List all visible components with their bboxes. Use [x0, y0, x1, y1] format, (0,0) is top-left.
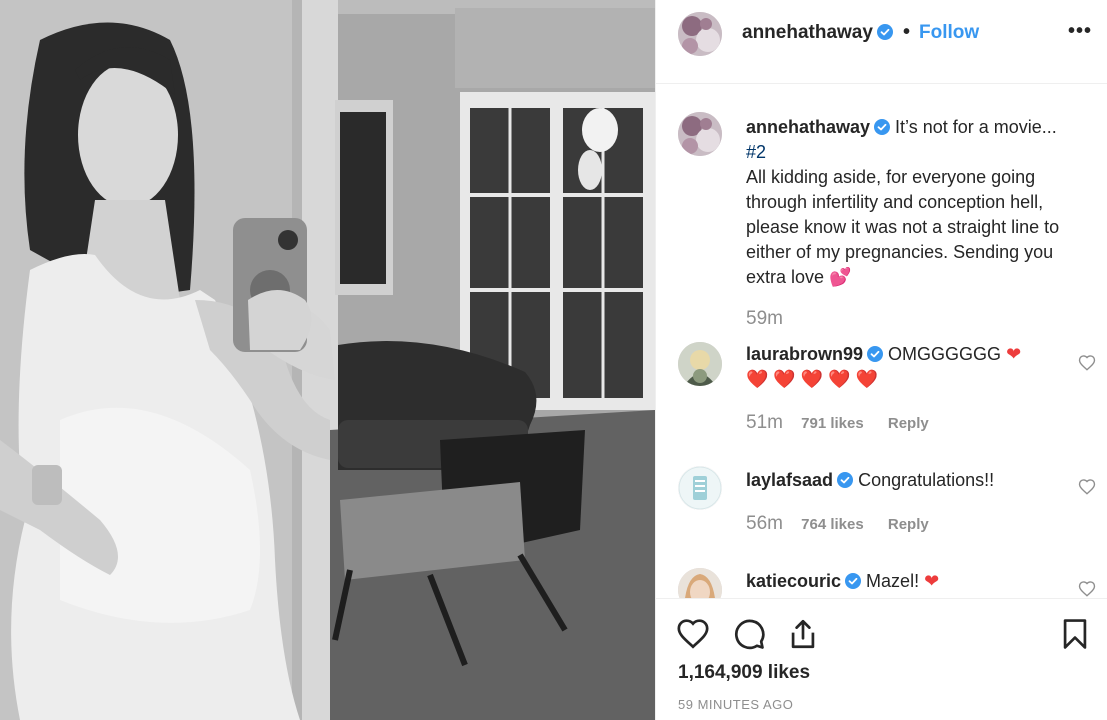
follow-button[interactable]: Follow — [919, 22, 979, 44]
verified-badge-icon — [837, 472, 854, 488]
caption-avatar[interactable] — [678, 112, 722, 156]
share-icon[interactable] — [786, 617, 820, 651]
comment-meta: 56m 764 likes Reply — [746, 513, 929, 535]
red-heart-emoji: ❤ — [1006, 344, 1022, 364]
heart-outline-icon[interactable] — [676, 617, 710, 651]
post-photo[interactable] — [0, 0, 655, 720]
comment-like-icon[interactable] — [1078, 354, 1096, 372]
comment-like-icon[interactable] — [1078, 478, 1096, 496]
post-header: annehathaway • Follow ••• — [656, 0, 1107, 84]
caption-username[interactable]: annehathaway — [746, 117, 870, 137]
commenter-avatar[interactable] — [678, 342, 722, 386]
comment-username[interactable]: laurabrown99 — [746, 344, 863, 364]
likes-count[interactable]: 1,164,909 likes — [678, 662, 810, 684]
commenter-avatar[interactable] — [678, 466, 722, 510]
red-hearts-emoji: ❤️ ❤️ ❤️ ❤️ ❤️ — [746, 369, 879, 389]
author-avatar[interactable] — [678, 12, 722, 56]
caption-body: annehathaway It’s not for a movie... #2 … — [746, 115, 1092, 290]
comment-text: Congratulations!! — [853, 470, 995, 490]
header-separator: • — [903, 21, 911, 43]
comment-body: laurabrown99 OMGGGGGG ❤ ❤️ ❤️ ❤️ ❤️ ❤️ — [746, 342, 1092, 392]
post-actions: 1,164,909 likes 59 MINUTES AGO — [656, 598, 1107, 720]
bookmark-icon[interactable] — [1058, 617, 1092, 651]
author-username-text[interactable]: annehathaway — [742, 22, 873, 43]
reply-button[interactable]: Reply — [888, 516, 929, 533]
post-sidebar: annehathaway • Follow ••• annehathaway I… — [655, 0, 1107, 720]
verified-badge-icon — [845, 573, 862, 589]
comment-text: Mazel! — [861, 571, 925, 591]
caption-time[interactable]: 59m — [746, 308, 783, 329]
comment-time[interactable]: 51m — [746, 412, 783, 433]
more-options-button[interactable]: ••• — [1068, 20, 1092, 43]
author-username[interactable]: annehathaway — [742, 22, 893, 44]
comment-like-icon[interactable] — [1078, 580, 1096, 598]
comments-list[interactable]: annehathaway It’s not for a movie... #2 … — [656, 84, 1107, 598]
caption-text: All kidding aside, for everyone going th… — [746, 167, 1060, 287]
verified-badge-icon — [876, 24, 893, 40]
comment-username[interactable]: katiecouric — [746, 571, 841, 591]
comment-likes[interactable]: 791 likes — [801, 415, 864, 432]
mirror-selfie-image — [0, 0, 655, 720]
verified-badge-icon — [867, 346, 884, 362]
reply-button[interactable]: Reply — [888, 415, 929, 432]
verified-badge-icon — [874, 119, 891, 135]
comment-text: OMGGGGGG — [883, 344, 1007, 364]
comment-body: laylafsaad Congratulations!! — [746, 468, 1092, 493]
caption-hashtag[interactable]: #2 — [746, 142, 766, 162]
caption-meta: 59m — [746, 308, 797, 330]
caption-text-line1: It’s not for a movie... — [890, 117, 1057, 137]
red-heart-emoji: ❤ — [924, 571, 940, 591]
commenter-avatar[interactable] — [678, 568, 722, 598]
comment-body: katiecouric Mazel! ❤ — [746, 569, 1092, 594]
post-timestamp[interactable]: 59 MINUTES AGO — [678, 697, 793, 712]
comment-icon[interactable] — [732, 617, 766, 651]
comment-likes[interactable]: 764 likes — [801, 516, 864, 533]
comment-username[interactable]: laylafsaad — [746, 470, 833, 490]
caption-emoji: 💕 — [829, 267, 852, 287]
comment-time[interactable]: 56m — [746, 513, 783, 534]
comment-meta: 51m 791 likes Reply — [746, 412, 929, 434]
